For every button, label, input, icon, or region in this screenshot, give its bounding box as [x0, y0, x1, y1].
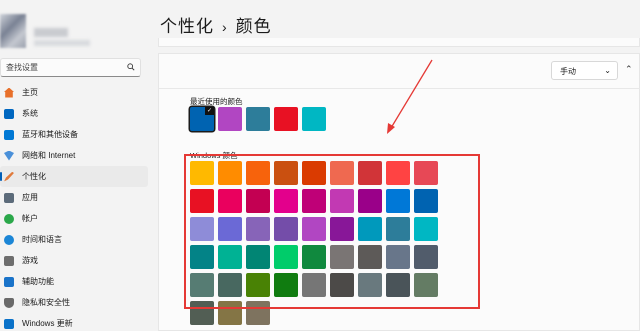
sidebar-nav: 主页系统蓝牙和其他设备 网络和 Internet 个性化应用帐户时间和语言游戏辅助功…	[0, 82, 148, 331]
apps-icon	[4, 192, 14, 203]
home-icon	[4, 87, 14, 98]
sidebar-item[interactable]: 辅助功能	[0, 271, 148, 292]
windows-update-icon	[4, 318, 14, 329]
accessibility-icon	[4, 276, 14, 287]
gaming-icon	[4, 255, 14, 266]
breadcrumb-current: 颜色	[235, 17, 272, 36]
recent-color-swatch[interactable]	[246, 107, 270, 131]
time-language-icon	[4, 234, 14, 245]
highlight-box	[184, 154, 480, 309]
accent-mode-value: 手动	[560, 67, 576, 76]
sidebar-item-label: 应用	[22, 193, 38, 202]
page-title: 个性化 › 颜色	[160, 12, 272, 37]
checkmark-icon: ✓	[205, 107, 214, 115]
sidebar-item-label: 游戏	[22, 256, 38, 265]
sidebar-item-label: 个性化	[22, 172, 46, 181]
accent-color-panel: 手动 ⌄ ⌃ 最近使用的颜色 ✓ Windows 颜色	[158, 53, 640, 331]
sidebar-item-label: 时间和语言	[22, 235, 62, 244]
sidebar-item[interactable]: 系统	[0, 103, 148, 124]
sidebar-item-label: 辅助功能	[22, 277, 54, 286]
search-placeholder: 查找设置	[6, 63, 38, 72]
network-icon	[4, 150, 14, 161]
blurred-user-email	[34, 40, 90, 46]
avatar	[0, 14, 26, 48]
sidebar-item[interactable]: 隐私和安全性	[0, 292, 148, 313]
sidebar-item[interactable]: 应用	[0, 187, 148, 208]
sidebar-item-label: 蓝牙和其他设备	[22, 130, 78, 139]
sidebar-item-label: Windows 更新	[22, 319, 73, 328]
previous-setting-card	[158, 38, 640, 47]
bluetooth-icon	[4, 129, 14, 140]
privacy-shield-icon	[4, 297, 14, 308]
accounts-icon	[4, 213, 14, 224]
sidebar-item-label: 主页	[22, 88, 38, 97]
search-icon[interactable]	[127, 63, 135, 71]
recent-colors: ✓	[190, 107, 326, 131]
recent-colors-label: 最近使用的颜色	[190, 97, 243, 106]
sidebar-item[interactable]: Windows 更新	[0, 313, 148, 331]
sidebar-item[interactable]: 游戏	[0, 250, 148, 271]
sidebar-item[interactable]: 时间和语言	[0, 229, 148, 250]
sidebar-item[interactable]: 蓝牙和其他设备	[0, 124, 148, 145]
sidebar-item[interactable]: 帐户	[0, 208, 148, 229]
sidebar-item-label: 帐户	[22, 214, 38, 223]
sidebar-item-label: 系统	[22, 109, 38, 118]
sidebar-item[interactable]: 个性化	[0, 166, 148, 187]
breadcrumb-parent[interactable]: 个性化	[160, 17, 214, 36]
recent-color-swatch[interactable]	[274, 107, 298, 131]
chevron-down-icon: ⌄	[604, 66, 611, 75]
sidebar-item[interactable]: 网络和 Internet	[0, 145, 148, 166]
breadcrumb-separator: ›	[222, 19, 228, 35]
recent-color-swatch[interactable]	[302, 107, 326, 131]
divider	[159, 88, 640, 89]
recent-color-swatch[interactable]	[218, 107, 242, 131]
blurred-user-name	[34, 28, 68, 37]
sidebar-item-label: 隐私和安全性	[22, 298, 70, 307]
system-icon	[4, 108, 14, 119]
user-profile[interactable]	[0, 10, 100, 50]
sidebar-item-label: 网络和 Internet	[22, 151, 76, 160]
sidebar-item[interactable]: 主页	[0, 82, 148, 103]
sidebar: 查找设置 主页系统蓝牙和其他设备 网络和 Internet 个性化应用帐户时间和语言…	[0, 0, 148, 331]
accent-mode-dropdown[interactable]: 手动 ⌄	[551, 61, 618, 80]
personalization-icon	[4, 171, 14, 182]
chevron-up-icon[interactable]: ⌃	[625, 64, 633, 75]
recent-color-swatch[interactable]: ✓	[190, 107, 214, 131]
search-input[interactable]: 查找设置	[0, 58, 141, 77]
